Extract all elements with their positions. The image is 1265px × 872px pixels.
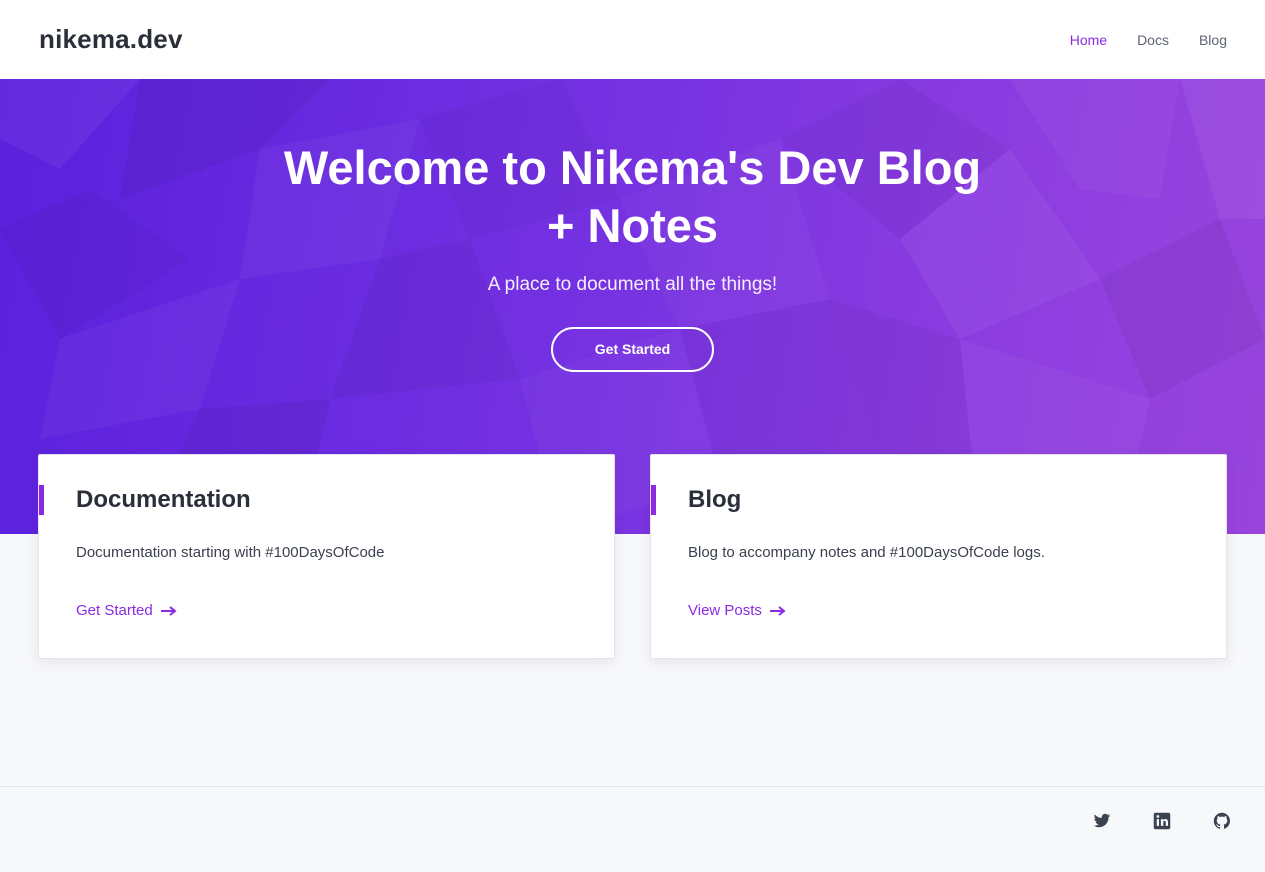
social-links: [1093, 812, 1231, 830]
main-nav: Home Docs Blog: [1070, 32, 1227, 48]
hero-tagline: A place to document all the things!: [487, 274, 778, 295]
nav-link-docs[interactable]: Docs: [1137, 32, 1169, 48]
card-link-label: View Posts: [688, 602, 762, 619]
documentation-card: Documentation Documentation starting wit…: [38, 454, 615, 659]
twitter-link[interactable]: [1093, 812, 1111, 830]
documentation-get-started-link[interactable]: Get Started: [76, 602, 177, 619]
arrow-right-icon: [160, 605, 177, 616]
twitter-icon: [1093, 813, 1111, 828]
arrow-right-icon: [769, 605, 786, 616]
linkedin-icon: [1153, 812, 1171, 830]
blog-card: Blog Blog to accompany notes and #100Day…: [650, 454, 1227, 659]
get-started-button[interactable]: Get Started: [551, 327, 714, 372]
site-header: nikema.dev Home Docs Blog: [0, 0, 1265, 79]
card-description: Documentation starting with #100DaysOfCo…: [76, 544, 385, 561]
card-accent-bar: [39, 485, 44, 515]
card-link-label: Get Started: [76, 602, 153, 619]
card-accent-bar: [651, 485, 656, 515]
feature-cards: Documentation Documentation starting wit…: [38, 454, 1227, 659]
linkedin-link[interactable]: [1153, 812, 1171, 830]
card-title: Documentation: [76, 486, 251, 513]
github-icon: [1213, 812, 1230, 829]
hero-title: Welcome to Nikema's Dev Blog + Notes: [283, 141, 982, 252]
github-link[interactable]: [1213, 812, 1231, 830]
nav-link-home[interactable]: Home: [1070, 32, 1107, 48]
card-description: Blog to accompany notes and #100DaysOfCo…: [688, 544, 1045, 561]
hero-content: Welcome to Nikema's Dev Blog + Notes A p…: [0, 139, 1265, 372]
card-title: Blog: [688, 486, 742, 513]
site-footer: [0, 786, 1265, 872]
nav-link-blog[interactable]: Blog: [1199, 32, 1227, 48]
brand-logo-link[interactable]: nikema.dev: [39, 24, 183, 55]
view-posts-link[interactable]: View Posts: [688, 602, 786, 619]
